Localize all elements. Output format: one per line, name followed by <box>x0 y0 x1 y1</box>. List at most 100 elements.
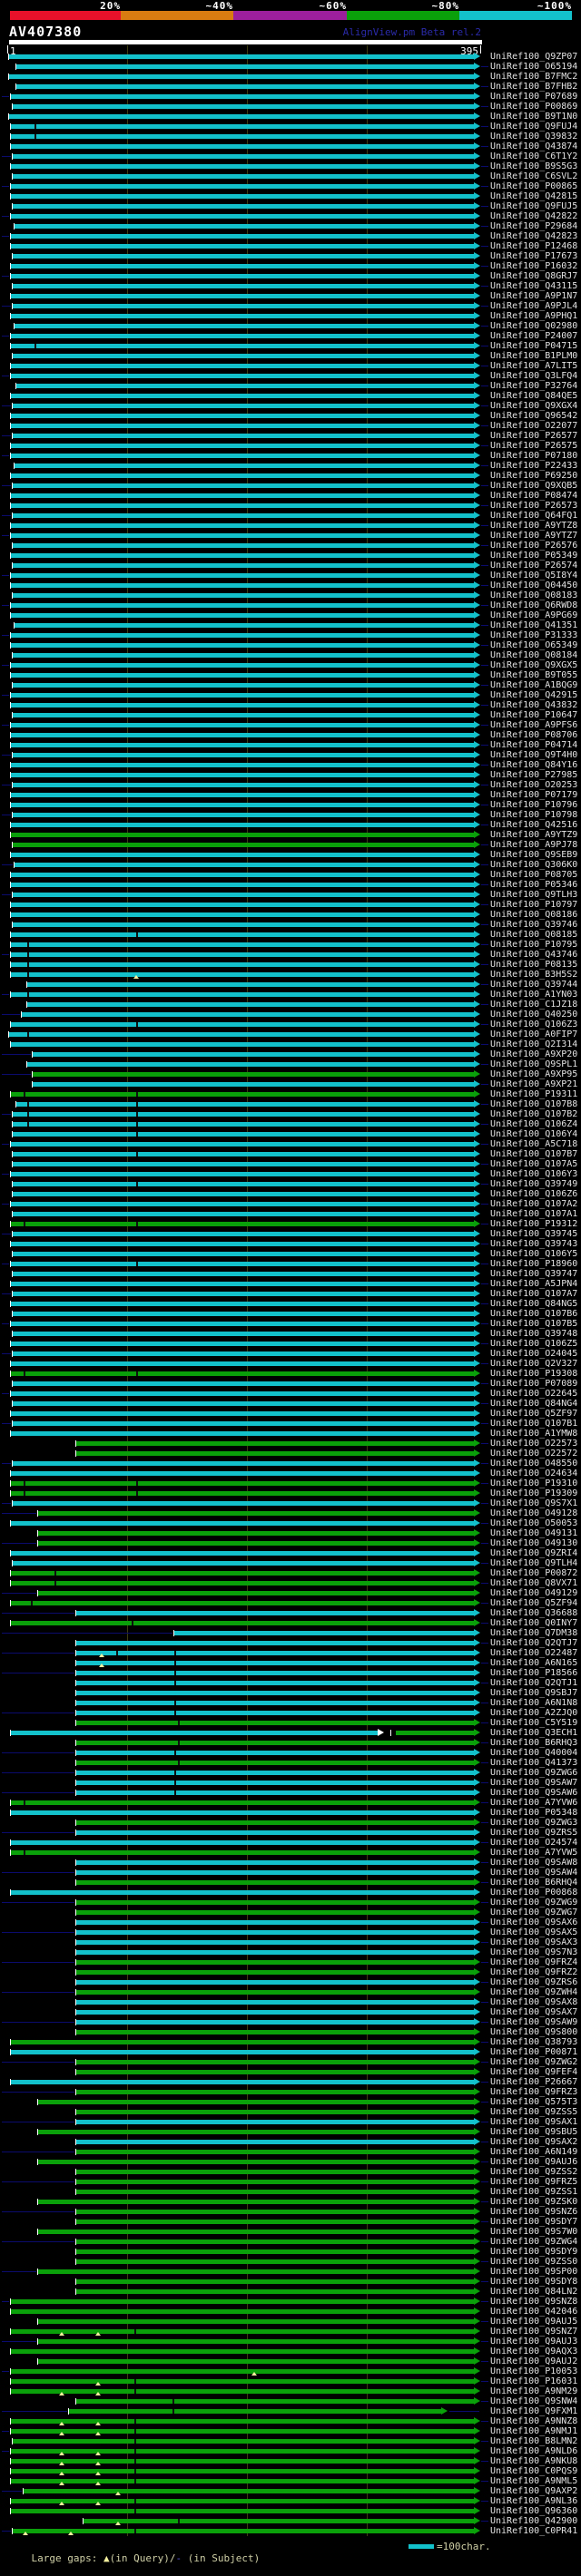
alignment-row[interactable]: UniRef100_A9XP20 <box>0 1049 581 1059</box>
alignment-row[interactable]: UniRef100_Q08186 <box>0 910 581 920</box>
subject-label[interactable]: UniRef100_Q9SNZ8 <box>490 2298 577 2307</box>
subject-label[interactable]: UniRef100_C6T1Y2 <box>490 152 577 161</box>
alignment-bar[interactable] <box>13 404 474 408</box>
subject-label[interactable]: UniRef100_P19309 <box>490 1489 577 1498</box>
alignment-bar[interactable] <box>13 2529 474 2533</box>
subject-label[interactable]: UniRef100_P00871 <box>490 2048 577 2057</box>
alignment-row[interactable]: UniRef100_P16031 <box>0 2376 581 2386</box>
alignment-bar[interactable] <box>11 1571 474 1576</box>
subject-label[interactable]: UniRef100_Q9FUJ4 <box>490 122 577 132</box>
alignment-row[interactable]: UniRef100_P08706 <box>0 730 581 740</box>
subject-label[interactable]: UniRef100_Q43746 <box>490 951 577 960</box>
alignment-bar[interactable] <box>11 673 474 678</box>
subject-label[interactable]: UniRef100_Q9AUJ5 <box>490 2317 577 2327</box>
alignment-row[interactable]: UniRef100_O49131 <box>0 1528 581 1538</box>
subject-label[interactable]: UniRef100_A9PJL4 <box>490 302 577 311</box>
alignment-bar[interactable] <box>76 2140 474 2144</box>
subject-label[interactable]: UniRef100_Q107B7 <box>490 1150 577 1159</box>
alignment-row[interactable]: UniRef100_Q7DM38 <box>0 1628 581 1638</box>
alignment-row[interactable]: UniRef100_Q106Y5 <box>0 1249 581 1259</box>
subject-label[interactable]: UniRef100_Q9T4H0 <box>490 751 577 760</box>
alignment-bar[interactable] <box>76 2239 474 2244</box>
alignment-row[interactable]: UniRef100_Q42915 <box>0 690 581 700</box>
subject-label[interactable]: UniRef100_Q39743 <box>490 1240 577 1249</box>
alignment-row[interactable]: UniRef100_A1YMW8 <box>0 1429 581 1439</box>
alignment-bar[interactable] <box>11 2299 474 2304</box>
subject-label[interactable]: UniRef100_Q0INY7 <box>490 1619 577 1628</box>
alignment-bar[interactable] <box>27 1062 474 1067</box>
subject-label[interactable]: UniRef100_A0FIP7 <box>490 1030 577 1039</box>
subject-label[interactable]: UniRef100_A9NMJ1 <box>490 2427 577 2436</box>
subject-label[interactable]: UniRef100_Q9TLH3 <box>490 891 577 900</box>
alignment-bar[interactable] <box>11 144 474 149</box>
alignment-row[interactable]: UniRef100_Q39745 <box>0 1229 581 1239</box>
alignment-row[interactable]: UniRef100_Q9SAW6 <box>0 1788 581 1798</box>
subject-label[interactable]: UniRef100_Q9ZWG4 <box>490 2238 577 2247</box>
alignment-bar[interactable] <box>11 1391 474 1396</box>
alignment-row[interactable]: UniRef100_Q107B5 <box>0 1319 581 1329</box>
alignment-bar[interactable] <box>38 2359 474 2364</box>
alignment-row[interactable]: UniRef100_Q9TLH3 <box>0 890 581 900</box>
subject-label[interactable]: UniRef100_C5Y519 <box>490 1719 577 1728</box>
subject-label[interactable]: UniRef100_B7FMC2 <box>490 73 577 82</box>
alignment-row[interactable]: UniRef100_Q9AQX3 <box>0 2347 581 2356</box>
alignment-bar[interactable] <box>76 2150 474 2154</box>
alignment-bar[interactable] <box>13 1112 474 1117</box>
alignment-bar[interactable] <box>76 1741 474 1745</box>
alignment-bar[interactable] <box>76 2279 474 2284</box>
alignment-bar[interactable] <box>11 942 474 947</box>
subject-label[interactable]: UniRef100_Q9FRZ4 <box>490 1958 577 1967</box>
alignment-row[interactable]: UniRef100_Q9SAX1 <box>0 2117 581 2127</box>
alignment-row[interactable]: UniRef100_Q40250 <box>0 1010 581 1020</box>
alignment-row[interactable]: UniRef100_Q107A5 <box>0 1159 581 1169</box>
alignment-row[interactable]: UniRef100_Q9SDY8 <box>0 2277 581 2287</box>
alignment-bar[interactable] <box>11 2459 474 2464</box>
subject-label[interactable]: UniRef100_Q9FXM1 <box>490 2407 577 2416</box>
subject-label[interactable]: UniRef100_P26574 <box>490 561 577 571</box>
alignment-bar[interactable] <box>76 2399 474 2404</box>
subject-label[interactable]: UniRef100_A9XP95 <box>490 1070 577 1079</box>
alignment-row[interactable]: UniRef100_P19311 <box>0 1089 581 1099</box>
subject-label[interactable]: UniRef100_B9T1N0 <box>490 112 577 122</box>
subject-label[interactable]: UniRef100_Q106Y3 <box>490 1170 577 1179</box>
alignment-row[interactable]: UniRef100_Q9ZSS5 <box>0 2107 581 2117</box>
alignment-row[interactable]: UniRef100_P16032 <box>0 261 581 271</box>
subject-label[interactable]: UniRef100_P26575 <box>490 442 577 451</box>
alignment-bar[interactable] <box>11 1322 474 1326</box>
subject-label[interactable]: UniRef100_Q106Y5 <box>490 1250 577 1259</box>
alignment-row[interactable]: UniRef100_Q43874 <box>0 141 581 151</box>
alignment-row[interactable]: UniRef100_P19312 <box>0 1219 581 1229</box>
alignment-row[interactable]: UniRef100_A9NM29 <box>0 2386 581 2396</box>
alignment-bar[interactable] <box>76 1830 474 1835</box>
subject-label[interactable]: UniRef100_O22572 <box>490 1449 577 1459</box>
subject-label[interactable]: UniRef100_Q9AUJ2 <box>490 2357 577 2366</box>
alignment-bar[interactable] <box>13 893 474 897</box>
alignment-row[interactable]: UniRef100_B9S5G3 <box>0 161 581 171</box>
subject-label[interactable]: UniRef100_Q6RWD8 <box>490 601 577 610</box>
alignment-row[interactable]: UniRef100_O24574 <box>0 1838 581 1848</box>
alignment-bar[interactable] <box>11 1042 474 1047</box>
alignment-row[interactable]: UniRef100_Q9SAX6 <box>0 1917 581 1927</box>
subject-label[interactable]: UniRef100_O65194 <box>490 63 577 72</box>
subject-label[interactable]: UniRef100_Q40004 <box>490 1749 577 1758</box>
subject-label[interactable]: UniRef100_Q9SDY9 <box>490 2248 577 2257</box>
alignment-row[interactable]: UniRef100_O50053 <box>0 1518 581 1528</box>
subject-label[interactable]: UniRef100_Q42822 <box>490 212 577 221</box>
subject-label[interactable]: UniRef100_O49131 <box>490 1529 577 1538</box>
alignment-row[interactable]: UniRef100_Q9SP00 <box>0 2267 581 2277</box>
alignment-bar[interactable] <box>11 2369 474 2374</box>
alignment-bar[interactable] <box>13 1351 474 1356</box>
alignment-bar[interactable] <box>76 1990 474 1995</box>
subject-label[interactable]: UniRef100_P16032 <box>490 262 577 271</box>
subject-label[interactable]: UniRef100_Q42823 <box>490 232 577 241</box>
alignment-bar[interactable] <box>11 533 474 538</box>
alignment-row[interactable]: UniRef100_A7YVW6 <box>0 1798 581 1808</box>
alignment-row[interactable]: UniRef100_Q9SPL1 <box>0 1059 581 1069</box>
alignment-row[interactable]: UniRef100_Q9ZSS0 <box>0 2257 581 2267</box>
subject-label[interactable]: UniRef100_P26667 <box>490 2078 577 2087</box>
alignment-row[interactable]: UniRef100_Q84NG4 <box>0 1399 581 1409</box>
alignment-row[interactable]: UniRef100_Q84Y16 <box>0 760 581 770</box>
alignment-bar[interactable] <box>11 793 474 797</box>
alignment-row[interactable]: UniRef100_O22487 <box>0 1648 581 1658</box>
alignment-bar[interactable] <box>11 2329 474 2334</box>
